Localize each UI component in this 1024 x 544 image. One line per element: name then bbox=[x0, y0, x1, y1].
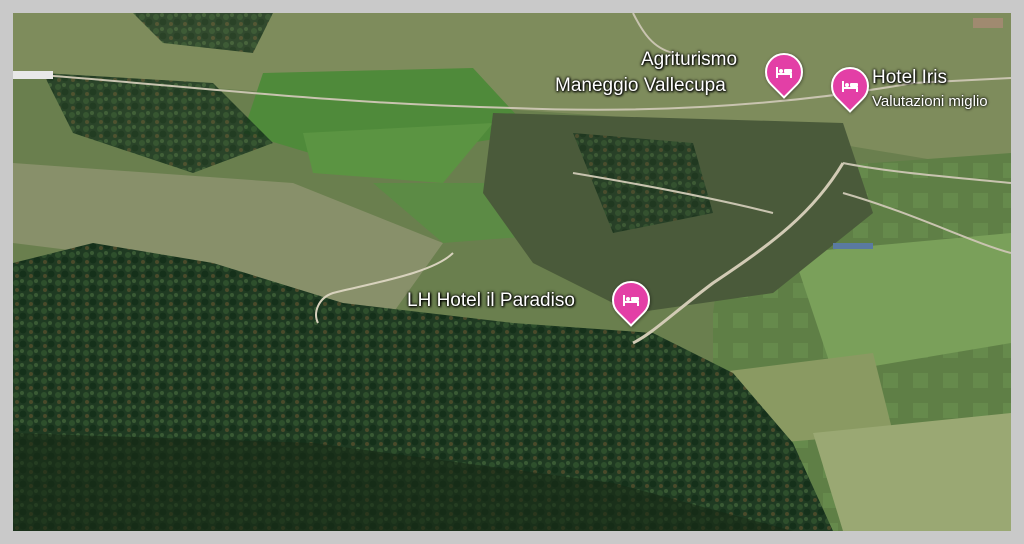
satellite-map-view[interactable]: Agriturismo Maneggio Vallecupa Hotel Iri… bbox=[13, 13, 1011, 531]
hotel-bed-icon bbox=[623, 295, 639, 306]
poi-label-line2: Maneggio Vallecupa bbox=[555, 75, 726, 96]
poi-label: Hotel Iris bbox=[872, 67, 947, 88]
hotel-bed-icon bbox=[842, 81, 858, 92]
hotel-bed-icon bbox=[776, 67, 792, 78]
poi-label-line1: Agriturismo bbox=[641, 49, 738, 70]
poi-label: LH Hotel il Paradiso bbox=[407, 290, 575, 311]
poi-rating-subtitle: Valutazioni miglio bbox=[872, 93, 988, 110]
